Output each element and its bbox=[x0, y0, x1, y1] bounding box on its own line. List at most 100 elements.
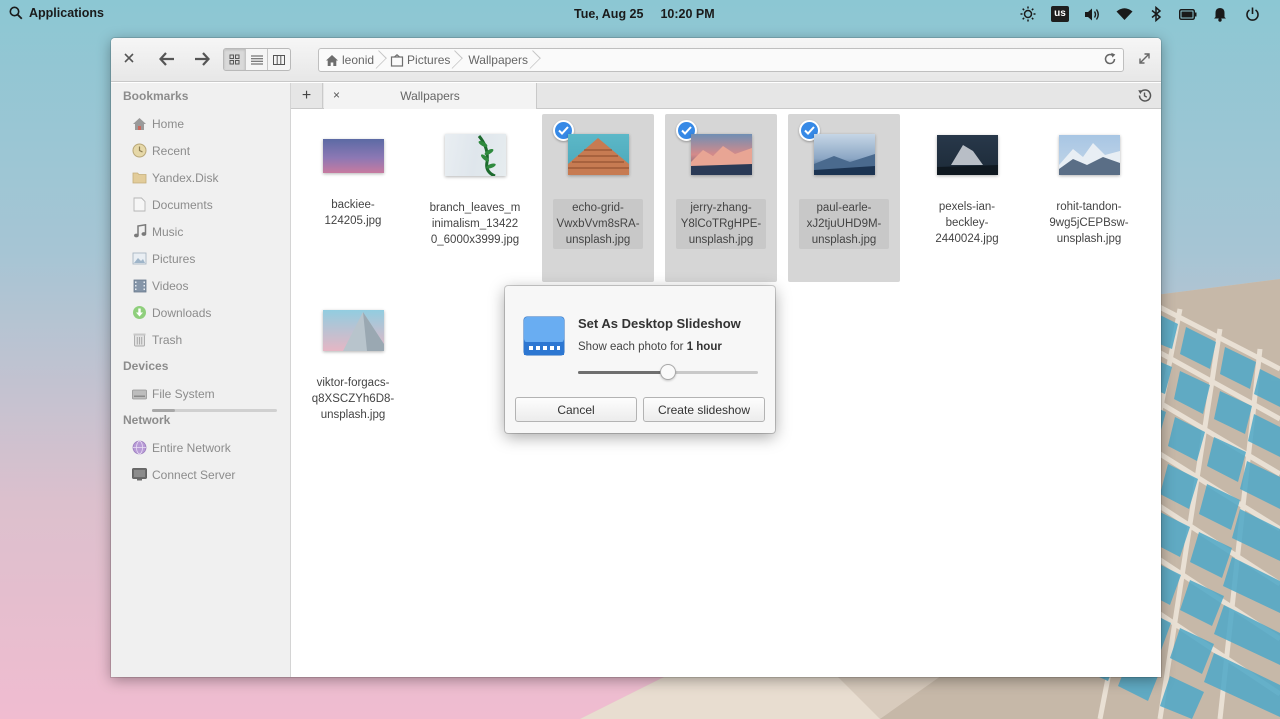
file-thumbnail bbox=[322, 310, 384, 351]
sidebar-item-label: Documents bbox=[152, 197, 213, 212]
file-name: paul-earle-xJ2tjuUHD9M-unsplash.jpg bbox=[799, 199, 889, 249]
file-item[interactable]: viktor-forgacs-q8XSCZYh6D8-unsplash.jpg bbox=[297, 293, 409, 445]
arrow-right-icon bbox=[195, 52, 210, 66]
breadcrumb-label: Wallpapers bbox=[468, 53, 528, 67]
pictures-icon bbox=[132, 251, 147, 266]
history-icon bbox=[1138, 89, 1152, 102]
duration-value: 1 hour bbox=[686, 341, 722, 353]
close-window-button[interactable] bbox=[122, 51, 136, 65]
file-item[interactable]: branch_leaves_minimalism_134220_6000x399… bbox=[419, 118, 531, 270]
file-item-selected[interactable]: jerry-zhang-Y8lCoTRgHPE-unsplash.jpg bbox=[665, 114, 777, 282]
sidebar-item-entire-network[interactable]: Entire Network bbox=[111, 434, 290, 461]
file-thumbnail bbox=[936, 135, 998, 175]
power-icon[interactable] bbox=[1236, 5, 1268, 23]
desktop-slideshow-icon bbox=[523, 316, 565, 356]
recent-icon bbox=[132, 143, 147, 158]
subtitle-prefix: Show each photo for bbox=[578, 341, 687, 353]
music-icon bbox=[132, 224, 147, 239]
breadcrumb-pictures[interactable]: Pictures bbox=[384, 49, 460, 71]
network-icon bbox=[132, 440, 147, 455]
bookmarks-heading: Bookmarks bbox=[123, 89, 189, 103]
breadcrumb-home[interactable]: leonid bbox=[319, 49, 384, 71]
wifi-icon[interactable] bbox=[1108, 5, 1140, 23]
tab-label: Wallpapers bbox=[400, 89, 460, 103]
grid-view-button[interactable] bbox=[224, 49, 246, 70]
breadcrumb-label: leonid bbox=[342, 53, 375, 67]
slider-fill bbox=[578, 371, 668, 374]
file-name: branch_leaves_minimalism_134220_6000x399… bbox=[429, 202, 521, 246]
sidebar-item-downloads[interactable]: Downloads bbox=[111, 299, 290, 326]
create-slideshow-button[interactable]: Create slideshow bbox=[643, 397, 765, 422]
time-label: 10:20 PM bbox=[660, 7, 715, 21]
folder-icon bbox=[132, 170, 147, 185]
server-icon bbox=[132, 467, 147, 482]
file-item[interactable]: pexels-ian-beckley-2440024.jpg bbox=[911, 118, 1023, 270]
night-light-icon[interactable] bbox=[1012, 5, 1044, 23]
home-icon bbox=[326, 54, 338, 66]
battery-icon[interactable] bbox=[1172, 5, 1204, 23]
history-button[interactable] bbox=[1137, 88, 1152, 106]
file-item-selected[interactable]: paul-earle-xJ2tjuUHD9M-unsplash.jpg bbox=[788, 114, 900, 282]
file-item[interactable]: backiee-124205.jpg bbox=[297, 118, 409, 270]
close-tab-button[interactable]: × bbox=[333, 88, 340, 102]
duration-slider[interactable] bbox=[578, 364, 758, 380]
applications-menu[interactable]: Applications bbox=[9, 6, 104, 20]
grid-icon bbox=[229, 54, 240, 65]
drive-icon bbox=[132, 386, 147, 401]
breadcrumb-label: Pictures bbox=[407, 53, 451, 67]
sidebar-item-label: Recent bbox=[152, 143, 191, 158]
file-item-selected[interactable]: echo-grid-VwxbVvm8sRA-unsplash.jpg bbox=[542, 114, 654, 282]
sidebar-item-music[interactable]: Music bbox=[111, 218, 290, 245]
sidebar-item-yandex-disk[interactable]: Yandex.Disk bbox=[111, 164, 290, 191]
videos-icon bbox=[132, 278, 147, 293]
sidebar-item-label: Connect Server bbox=[152, 467, 236, 482]
breadcrumb-wallpapers[interactable]: Wallpapers bbox=[460, 49, 538, 71]
keyboard-layout-label: us bbox=[1051, 6, 1069, 22]
sidebar-item-pictures[interactable]: Pictures bbox=[111, 245, 290, 272]
slider-handle[interactable] bbox=[660, 364, 676, 380]
reload-button[interactable] bbox=[1103, 52, 1117, 69]
cancel-button[interactable]: Cancel bbox=[515, 397, 637, 422]
datetime-indicator[interactable]: Tue, Aug 25 10:20 PM bbox=[574, 7, 715, 21]
path-bar[interactable]: leonid Pictures Wallpapers bbox=[318, 48, 1124, 72]
new-tab-button[interactable]: + bbox=[291, 83, 323, 109]
sidebar-item-videos[interactable]: Videos bbox=[111, 272, 290, 299]
tab-bar: + × Wallpapers bbox=[291, 83, 1161, 109]
pictures-folder-icon bbox=[390, 53, 404, 67]
notifications-icon[interactable] bbox=[1204, 5, 1236, 23]
sidebar-item-documents[interactable]: Documents bbox=[111, 191, 290, 218]
sidebar-item-label: Downloads bbox=[152, 305, 212, 320]
file-item[interactable]: rohit-tandon-9wg5jCEPBsw-unsplash.jpg bbox=[1033, 118, 1145, 270]
view-switcher bbox=[223, 48, 291, 71]
sidebar-item-connect-server[interactable]: Connect Server bbox=[111, 461, 290, 488]
sidebar-item-trash[interactable]: Trash bbox=[111, 326, 290, 353]
file-thumbnail bbox=[813, 134, 875, 175]
forward-button[interactable] bbox=[193, 50, 213, 70]
list-view-button[interactable] bbox=[246, 49, 268, 70]
trash-icon bbox=[132, 332, 147, 347]
sidebar-item-recent[interactable]: Recent bbox=[111, 137, 290, 164]
maximize-button[interactable] bbox=[1138, 52, 1151, 68]
sidebar-item-home[interactable]: Home bbox=[111, 110, 290, 137]
sidebar-item-file-system[interactable]: File System bbox=[111, 380, 290, 407]
file-thumbnail bbox=[444, 134, 506, 176]
file-name: backiee-124205.jpg bbox=[324, 199, 382, 227]
file-thumbnail bbox=[690, 134, 752, 175]
search-icon bbox=[9, 6, 23, 20]
file-name: jerry-zhang-Y8lCoTRgHPE-unsplash.jpg bbox=[676, 199, 766, 249]
plus-icon: + bbox=[301, 87, 312, 104]
dialog-subtitle: Show each photo for 1 hour bbox=[578, 341, 722, 353]
file-name: pexels-ian-beckley-2440024.jpg bbox=[935, 201, 999, 245]
keyboard-layout-indicator[interactable]: us bbox=[1044, 5, 1076, 23]
reload-icon bbox=[1104, 52, 1116, 65]
column-view-button[interactable] bbox=[268, 49, 290, 70]
bluetooth-icon[interactable] bbox=[1140, 5, 1172, 23]
file-thumbnail bbox=[567, 134, 629, 175]
volume-icon[interactable] bbox=[1076, 5, 1108, 23]
sidebar-item-label: Music bbox=[152, 224, 184, 239]
back-button[interactable] bbox=[158, 50, 178, 70]
sidebar-item-label: Entire Network bbox=[152, 440, 231, 455]
file-thumbnail bbox=[1058, 135, 1120, 175]
sidebar-item-label: File System bbox=[152, 386, 215, 401]
tab-wallpapers[interactable]: × Wallpapers bbox=[324, 83, 537, 109]
